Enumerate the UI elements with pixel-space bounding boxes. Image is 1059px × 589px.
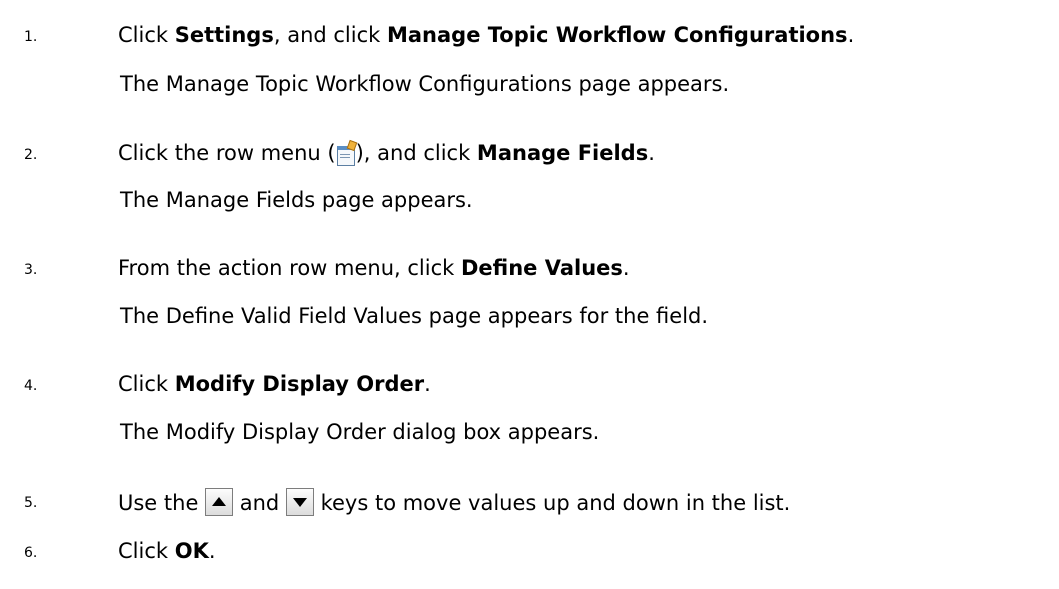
step-3-result: The Define Valid Field Values page appea… (120, 304, 709, 328)
step-number: 3. (24, 262, 38, 278)
step-instruction: Use the and keys to move values up and d… (118, 488, 790, 516)
ui-term-manage-topic-workflow-configurations: Manage Topic Workflow Configurations (386, 23, 848, 47)
ui-term-define-values: Define Values (460, 256, 623, 280)
step-number: 2. (24, 147, 38, 163)
step-number: 4. (24, 378, 38, 394)
ui-term-manage-fields: Manage Fields (476, 141, 649, 165)
step-1-result: The Manage Topic Workflow Configurations… (120, 72, 730, 96)
step-number: 5. (24, 495, 38, 511)
ui-term-modify-display-order: Modify Display Order (174, 372, 425, 396)
step-instruction: Click Settings, and click Manage Topic W… (118, 23, 855, 47)
step-instruction: From the action row menu, click Define V… (118, 256, 630, 280)
step-number: 1. (24, 29, 38, 45)
step-instruction: Click OK. (118, 539, 216, 563)
procedure-steps: 1. Click Settings, and click Manage Topi… (0, 0, 1059, 589)
row-menu-icon (336, 139, 357, 166)
step-number: 6. (24, 545, 38, 561)
ui-term-settings: Settings (174, 23, 274, 47)
down-arrow-icon (285, 488, 314, 516)
ui-term-ok: OK (174, 539, 209, 563)
up-arrow-icon (205, 488, 234, 516)
step-2-result: The Manage Fields page appears. (120, 188, 473, 212)
step-instruction: Click the row menu (), and click Manage … (118, 139, 655, 166)
step-4-result: The Modify Display Order dialog box appe… (120, 420, 600, 444)
step-instruction: Click Modify Display Order. (118, 372, 431, 396)
